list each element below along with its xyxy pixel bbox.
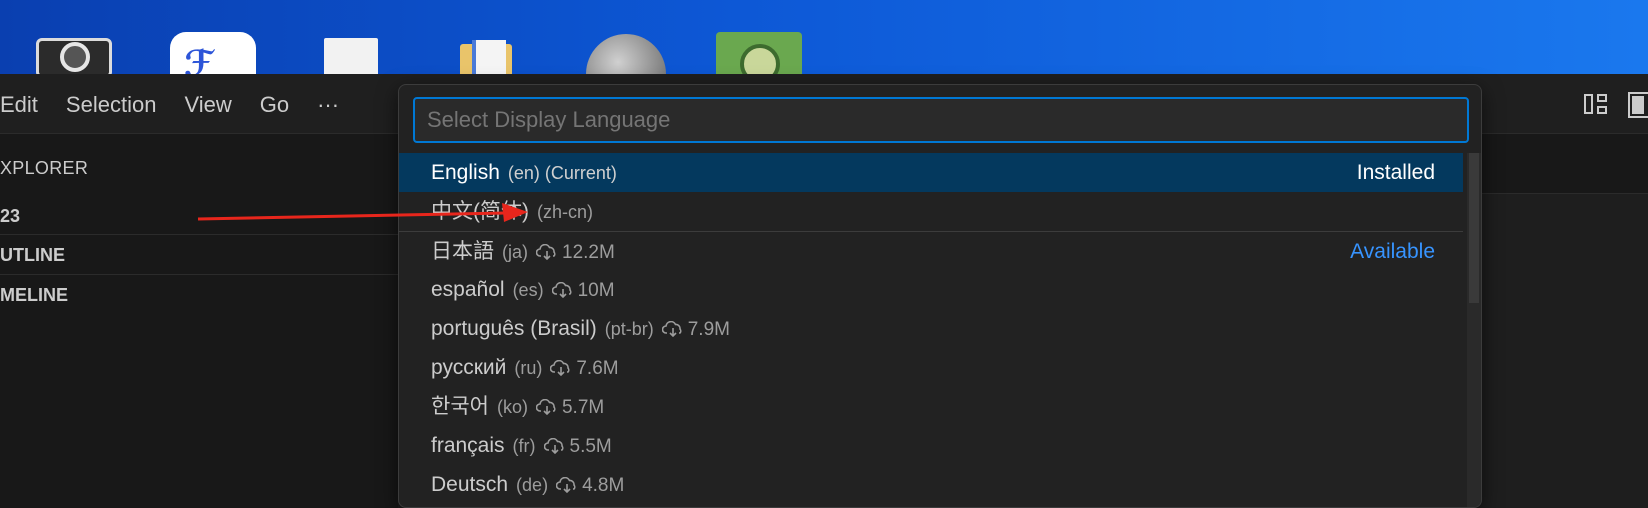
list-scrollbar[interactable] bbox=[1467, 153, 1481, 507]
scrollbar-thumb[interactable] bbox=[1469, 153, 1479, 303]
language-desc: (es) bbox=[512, 280, 544, 300]
language-name: français bbox=[431, 434, 505, 457]
installed-label: Installed bbox=[1356, 161, 1435, 184]
cloud-download-icon bbox=[661, 321, 682, 337]
language-search-input[interactable] bbox=[413, 97, 1469, 143]
language-desc: (ja) bbox=[502, 242, 528, 262]
language-desc: (en) (Current) bbox=[507, 163, 617, 183]
language-desc: (de) bbox=[516, 475, 549, 495]
folder-section[interactable]: 23 bbox=[0, 206, 398, 227]
language-desc: (ru) bbox=[514, 358, 543, 378]
language-name: 日本語 bbox=[431, 240, 494, 263]
outline-section[interactable]: UTLINE bbox=[0, 234, 398, 274]
language-name: 中文(简体) bbox=[431, 200, 529, 223]
download-size: 10M bbox=[577, 280, 615, 301]
game-app-icon[interactable] bbox=[716, 30, 802, 74]
cloud-download-icon bbox=[556, 477, 576, 493]
language-desc: (pt-br) bbox=[604, 319, 654, 339]
toggle-panel-icon[interactable] bbox=[1628, 92, 1648, 118]
cloud-download-icon bbox=[551, 282, 572, 298]
language-item-zh-cn[interactable]: 中文(简体) (zh-cn) bbox=[399, 192, 1463, 231]
globe-app-icon[interactable] bbox=[584, 30, 666, 74]
language-item-fr[interactable]: français (fr) 5.5M bbox=[399, 426, 1463, 465]
folder-icon[interactable] bbox=[456, 30, 516, 74]
menu-edit[interactable]: Edit bbox=[0, 90, 52, 120]
language-list: English (en) (Current) Installed 中文(简体) (z… bbox=[399, 153, 1463, 504]
language-item-de[interactable]: Deutsch (de) 4.8M bbox=[399, 465, 1463, 504]
cloud-download-icon bbox=[535, 399, 556, 415]
layout-icon[interactable] bbox=[1582, 92, 1610, 118]
language-item-en[interactable]: English (en) (Current) Installed bbox=[399, 153, 1463, 192]
language-item-pt-br[interactable]: português (Brasil) (pt-br) 7.9M bbox=[399, 309, 1463, 348]
language-name: русский bbox=[431, 356, 507, 379]
cloud-download-icon bbox=[543, 438, 564, 454]
cloud-download-icon bbox=[550, 360, 570, 376]
available-label: Available bbox=[1350, 240, 1435, 263]
download-size: 4.8M bbox=[582, 475, 625, 496]
download-size: 7.6M bbox=[576, 358, 619, 379]
menu-go[interactable]: Go bbox=[246, 90, 303, 120]
document-file-icon[interactable] bbox=[320, 30, 382, 74]
download-size: 5.7M bbox=[561, 397, 605, 418]
language-quick-pick: English (en) (Current) Installed 中文(简体) (z… bbox=[398, 84, 1482, 508]
language-desc: (fr) bbox=[512, 436, 536, 456]
language-item-ko[interactable]: 한국어 (ko) 5.7M bbox=[399, 387, 1463, 426]
download-size: 5.5M bbox=[569, 436, 612, 457]
language-name: español bbox=[431, 278, 505, 301]
language-name: Deutsch bbox=[431, 473, 509, 496]
screen: ℱ Edit Selection View Go ··· XPLORER 23 … bbox=[0, 0, 1648, 508]
language-desc: (zh-cn) bbox=[537, 202, 594, 222]
download-size: 7.9M bbox=[687, 319, 730, 340]
language-name: português (Brasil) bbox=[431, 317, 597, 340]
menu-view[interactable]: View bbox=[170, 90, 245, 120]
language-item-ru[interactable]: русский (ru) 7.6M bbox=[399, 348, 1463, 387]
language-item-ja[interactable]: 日本語 (ja) 12.2M Available bbox=[399, 231, 1463, 270]
camera-app-icon[interactable] bbox=[32, 30, 112, 74]
sidebar: XPLORER 23 UTLINE MELINE bbox=[0, 134, 398, 508]
download-size: 12.2M bbox=[562, 242, 615, 263]
language-name: 한국어 bbox=[431, 395, 489, 418]
more-icon[interactable]: ··· bbox=[303, 90, 353, 120]
language-desc: (ko) bbox=[496, 397, 528, 417]
language-name: English bbox=[431, 161, 500, 184]
app-logo-icon[interactable]: ℱ bbox=[170, 30, 256, 74]
timeline-section[interactable]: MELINE bbox=[0, 274, 398, 314]
cloud-download-icon bbox=[536, 244, 556, 260]
desktop-background: ℱ bbox=[0, 0, 1648, 74]
language-item-es[interactable]: español (es) 10M bbox=[399, 270, 1463, 309]
explorer-title: XPLORER bbox=[0, 158, 89, 178]
menu-selection[interactable]: Selection bbox=[52, 90, 171, 120]
menu-bar: Edit Selection View Go ··· bbox=[0, 90, 353, 120]
